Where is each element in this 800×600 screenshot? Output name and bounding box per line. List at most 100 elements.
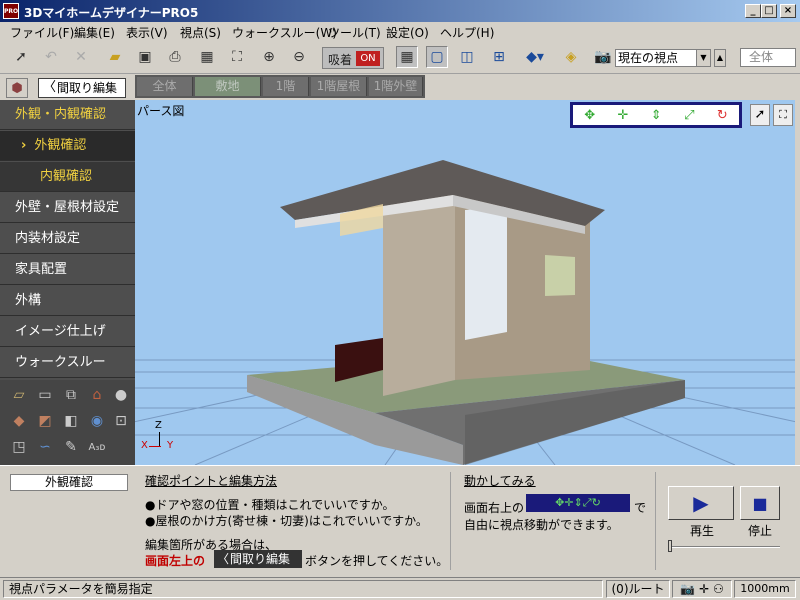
wall-front	[383, 185, 455, 396]
axis-y: Y	[167, 440, 174, 451]
sphere-tool-icon[interactable]: ●	[110, 384, 132, 406]
sidebar-item-interior-check[interactable]: 内観確認	[0, 162, 135, 192]
app-icon: PRO	[3, 3, 19, 19]
stop-label: 停止	[748, 524, 773, 538]
move-icon[interactable]: ✛	[617, 108, 628, 123]
box-tool-icon[interactable]: ◆	[8, 410, 30, 432]
floor-tool-icon[interactable]: ▱	[8, 384, 30, 406]
menu-edit[interactable]: 編集(E)	[74, 24, 115, 41]
cube-icon[interactable]: ⬢	[6, 78, 28, 98]
menu-settings[interactable]: 設定(O)	[386, 24, 429, 41]
pan-icon[interactable]: ✥	[584, 108, 595, 123]
print-icon[interactable]: ⎙	[164, 46, 186, 68]
save-icon[interactable]: ▣	[134, 46, 156, 68]
text-3d-tool-icon[interactable]: A₃ᴅ	[86, 436, 108, 458]
playback-slider[interactable]	[668, 540, 780, 552]
sidebar-item-exterior-check-label: 外観確認	[34, 138, 87, 153]
status-scale: 1000mm	[734, 580, 796, 598]
snap-toggle[interactable]: 吸着 ON	[322, 47, 384, 69]
tab-1f-roof[interactable]: 1階屋根	[311, 77, 367, 96]
zoom-in-icon[interactable]: ⊕	[258, 46, 280, 68]
split-view-icon[interactable]: ◫	[456, 46, 478, 68]
sidebar-item-walkthrough[interactable]: ウォークスルー	[0, 348, 135, 378]
chevron-down-icon[interactable]: ▼	[696, 50, 710, 66]
menu-bar: ファイル(F) 編集(E) 表示(V) 視点(S) ウォークスルー(W) ツール…	[0, 22, 800, 40]
layer-dropdown-icon[interactable]: ◆▾	[520, 46, 550, 68]
sidebar-item-exterior-works[interactable]: 外構	[0, 286, 135, 316]
rotate-icon[interactable]: ↻	[717, 108, 728, 123]
wall-tool-icon[interactable]: ▭	[34, 384, 56, 406]
object-3d-tool-icon[interactable]: ⊡	[110, 410, 132, 432]
viewpoint-spin-icon[interactable]: ▲	[714, 49, 726, 67]
slider-knob[interactable]	[668, 540, 672, 552]
menu-tools[interactable]: ツール(T)	[328, 24, 381, 41]
sidebar-item-furniture[interactable]: 家具配置	[0, 255, 135, 285]
door-tool-icon[interactable]: ◳	[8, 436, 30, 458]
back-arrow-icon: 〈	[43, 80, 57, 95]
menu-view[interactable]: 表示(V)	[126, 24, 168, 41]
menu-walkthrough[interactable]: ウォークスルー(W)	[232, 24, 337, 41]
zoom-out-icon[interactable]: ⊖	[288, 46, 310, 68]
delete-icon[interactable]: ✕	[70, 46, 92, 68]
all-field[interactable]: 全体	[740, 48, 796, 67]
maximize-button[interactable]: □	[761, 4, 777, 18]
chevron-right-icon: ›	[21, 138, 27, 153]
axis-x: X	[141, 440, 148, 451]
pipe-tool-icon[interactable]: ∽	[34, 436, 56, 458]
viewpoint-select[interactable]: 現在の視点 ▼	[615, 49, 711, 67]
sidebar-item-exterior-check[interactable]: › 外観確認	[0, 131, 135, 161]
zoom-icon[interactable]: ⤢	[684, 108, 694, 123]
minimize-button[interactable]: _	[745, 4, 761, 18]
check-point-1: ●ドアや窓の位置・種類はこれでいいですか。	[145, 498, 395, 512]
snap-label: 吸着	[328, 53, 353, 67]
sidebar-item-exterior-interior[interactable]: 外観・内観確認	[0, 100, 135, 130]
floor-tabs: 全体 敷地 1階 1階屋根 1階外壁	[135, 75, 425, 98]
material-icon[interactable]: ◈	[560, 46, 582, 68]
sidebar-item-interior-material[interactable]: 内装材設定	[0, 224, 135, 254]
sidebar-tool-palette: ▱ ▭ ⧉ ⌂ ● ◆ ◩ ◧ ◉ ⊡ ◳ ∽ ✎ A₃ᴅ	[0, 380, 135, 465]
roof-tool-icon[interactable]: ⌂	[86, 384, 108, 406]
back-arrow-icon: 〈	[217, 552, 230, 566]
3d-viewport[interactable]: パース図 ✥ ✛ ⇕ ⤢ ↻ ➚ ⛶ Z X Y	[135, 100, 795, 465]
quad-view-icon[interactable]: ⊞	[488, 46, 510, 68]
try-moving-section: 動かしてみる 画面右上の ✥✛⇕⤢↻ で 自由に視点移動ができます。	[460, 466, 650, 578]
axis-indicator: Z X Y	[141, 420, 181, 464]
undo-icon[interactable]: ↶	[40, 46, 62, 68]
fit-view-icon[interactable]: ⛶	[226, 46, 248, 68]
grid-icon[interactable]: ▦	[396, 46, 418, 68]
view-navigation-control[interactable]: ✥ ✛ ⇕ ⤢ ↻	[570, 102, 742, 128]
menu-viewpoint[interactable]: 視点(S)	[180, 24, 221, 41]
menu-help[interactable]: ヘルプ(H)	[440, 24, 494, 41]
select-cursor-icon[interactable]: ➚	[10, 46, 32, 68]
window-tool-icon[interactable]: ⧉	[60, 384, 82, 406]
sidebar-item-image-finish[interactable]: イメージ仕上げ	[0, 317, 135, 347]
tab-site[interactable]: 敷地	[195, 77, 261, 96]
tab-all[interactable]: 全体	[137, 77, 193, 96]
try-text-1a: 画面右上の	[464, 501, 525, 515]
status-bar: 視点パラメータを簡易指定 (0)ルート 📷 ✛ ⚇ 1000mm	[0, 577, 800, 600]
single-view-icon[interactable]: ▢	[426, 46, 448, 68]
tab-1f[interactable]: 1階	[263, 77, 309, 96]
image-icon[interactable]: ▦	[196, 46, 218, 68]
menu-file[interactable]: ファイル(F)	[10, 24, 74, 41]
camera-icon[interactable]: 📷	[592, 46, 614, 68]
column-tool-icon[interactable]: ◧	[60, 410, 82, 432]
snap-state-badge: ON	[356, 51, 380, 66]
light-tool-icon[interactable]: ◉	[86, 410, 108, 432]
viewport-fullscreen-icon[interactable]: ⛶	[773, 104, 793, 126]
try-moving-heading: 動かしてみる	[464, 474, 536, 488]
open-folder-icon[interactable]: ▰	[104, 46, 126, 68]
play-button[interactable]: ▶	[668, 486, 734, 520]
stop-button[interactable]: ■	[740, 486, 780, 520]
floor-plan-edit-button[interactable]: 〈 間取り編集	[38, 78, 126, 98]
camera-icon: 📷	[680, 582, 696, 596]
stair-tool-icon[interactable]: ◩	[34, 410, 56, 432]
viewport-cursor-icon[interactable]: ➚	[750, 104, 770, 126]
status-icons: 📷 ✛ ⚇	[672, 580, 732, 598]
elevate-icon[interactable]: ⇕	[651, 108, 662, 123]
sidebar-item-wall-roof-material[interactable]: 外壁・屋根材設定	[0, 193, 135, 223]
tab-1f-exterior-wall[interactable]: 1階外壁	[369, 77, 423, 96]
close-button[interactable]: ×	[780, 4, 796, 18]
edit-tool-icon[interactable]: ✎	[60, 436, 82, 458]
stop-icon: ■	[752, 493, 768, 513]
